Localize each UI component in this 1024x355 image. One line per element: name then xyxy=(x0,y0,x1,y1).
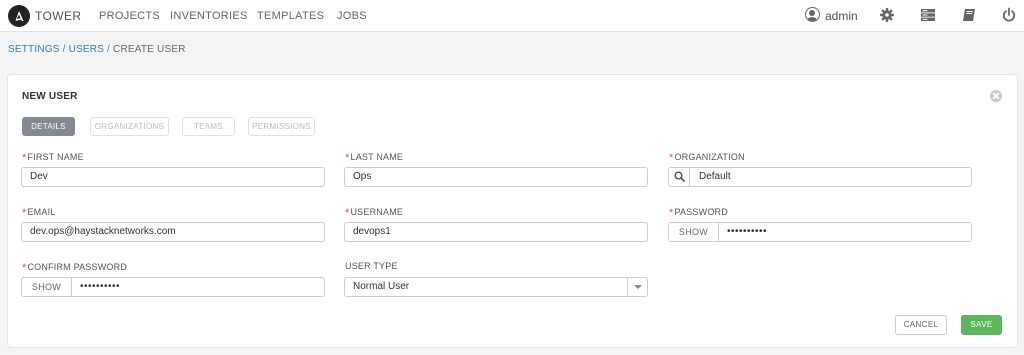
tab-permissions[interactable]: PERMISSIONS xyxy=(248,117,315,136)
tab-organizations[interactable]: ORGANIZATIONS xyxy=(90,117,169,136)
save-button[interactable]: SAVE xyxy=(961,315,1002,335)
organization-lookup[interactable]: Default xyxy=(668,167,972,187)
first-name-input[interactable]: Dev xyxy=(21,167,325,187)
panel-title: NEW USER xyxy=(22,91,78,102)
breadcrumb-separator: / xyxy=(107,44,111,55)
email-input[interactable]: dev.ops@haystacknetworks.com xyxy=(21,222,325,242)
user-icon[interactable] xyxy=(805,7,820,22)
required-marker: * xyxy=(22,207,27,219)
breadcrumb: SETTINGS / USERS / CREATE USER xyxy=(8,44,186,55)
confirm-password-show-button[interactable]: SHOW xyxy=(22,278,72,296)
breadcrumb-settings[interactable]: SETTINGS xyxy=(8,44,60,55)
password-show-button[interactable]: SHOW xyxy=(669,223,719,241)
chevron-down-icon[interactable] xyxy=(627,278,647,296)
username-input[interactable]: devops1 xyxy=(344,222,648,242)
nav-projects[interactable]: PROJECTS xyxy=(99,10,160,22)
nav-templates[interactable]: TEMPLATES xyxy=(257,10,324,22)
brand-name[interactable]: TOWER xyxy=(35,9,81,23)
search-icon xyxy=(674,171,685,182)
tab-teams[interactable]: TEAMS xyxy=(182,117,235,136)
cancel-button[interactable]: CANCEL xyxy=(895,315,947,335)
current-user-name[interactable]: admin xyxy=(825,9,858,23)
breadcrumb-users[interactable]: USERS xyxy=(69,44,104,55)
required-marker: * xyxy=(345,207,350,219)
confirm-password-input[interactable]: •••••••••• xyxy=(80,278,120,296)
server-icon[interactable] xyxy=(920,7,936,23)
required-marker: * xyxy=(345,152,350,164)
required-marker: * xyxy=(669,152,674,164)
nav-inventories[interactable]: INVENTORIES xyxy=(170,10,248,22)
organization-lookup-button[interactable] xyxy=(669,168,690,186)
breadcrumb-separator: / xyxy=(62,44,66,55)
required-marker: * xyxy=(22,262,27,274)
email-label: *EMAIL xyxy=(22,207,56,219)
organization-value: Default xyxy=(699,171,731,182)
user-type-value: Normal User xyxy=(353,281,410,292)
user-type-select[interactable]: Normal User xyxy=(344,277,648,297)
username-label: *USERNAME xyxy=(345,207,404,219)
user-type-label: USER TYPE xyxy=(345,261,398,271)
password-field[interactable]: SHOW •••••••••• xyxy=(668,222,972,242)
required-marker: * xyxy=(669,207,674,219)
last-name-input[interactable]: Ops xyxy=(344,167,648,187)
top-nav-bar: TOWER PROJECTS INVENTORIES TEMPLATES JOB… xyxy=(0,0,1024,32)
breadcrumb-current: CREATE USER xyxy=(113,44,186,55)
first-name-label: *FIRST NAME xyxy=(22,152,84,164)
organization-label: *ORGANIZATION xyxy=(669,152,745,164)
ansible-a-icon xyxy=(15,11,24,21)
required-marker: * xyxy=(22,152,27,164)
book-icon[interactable] xyxy=(961,7,977,23)
tab-details[interactable]: DETAILS xyxy=(22,117,75,136)
last-name-label: *LAST NAME xyxy=(345,152,404,164)
password-input[interactable]: •••••••••• xyxy=(727,223,767,241)
password-label: *PASSWORD xyxy=(669,207,728,219)
confirm-password-label: *CONFIRM PASSWORD xyxy=(22,262,128,274)
close-icon[interactable] xyxy=(990,90,1002,102)
new-user-panel: NEW USER DETAILS ORGANIZATIONS TEAMS PER… xyxy=(7,74,1018,348)
power-icon[interactable] xyxy=(1001,7,1017,23)
settings-gear-icon[interactable] xyxy=(879,7,895,23)
nav-jobs[interactable]: JOBS xyxy=(337,10,367,22)
tower-logo-icon[interactable] xyxy=(8,5,30,27)
confirm-password-field[interactable]: SHOW •••••••••• xyxy=(21,277,325,297)
